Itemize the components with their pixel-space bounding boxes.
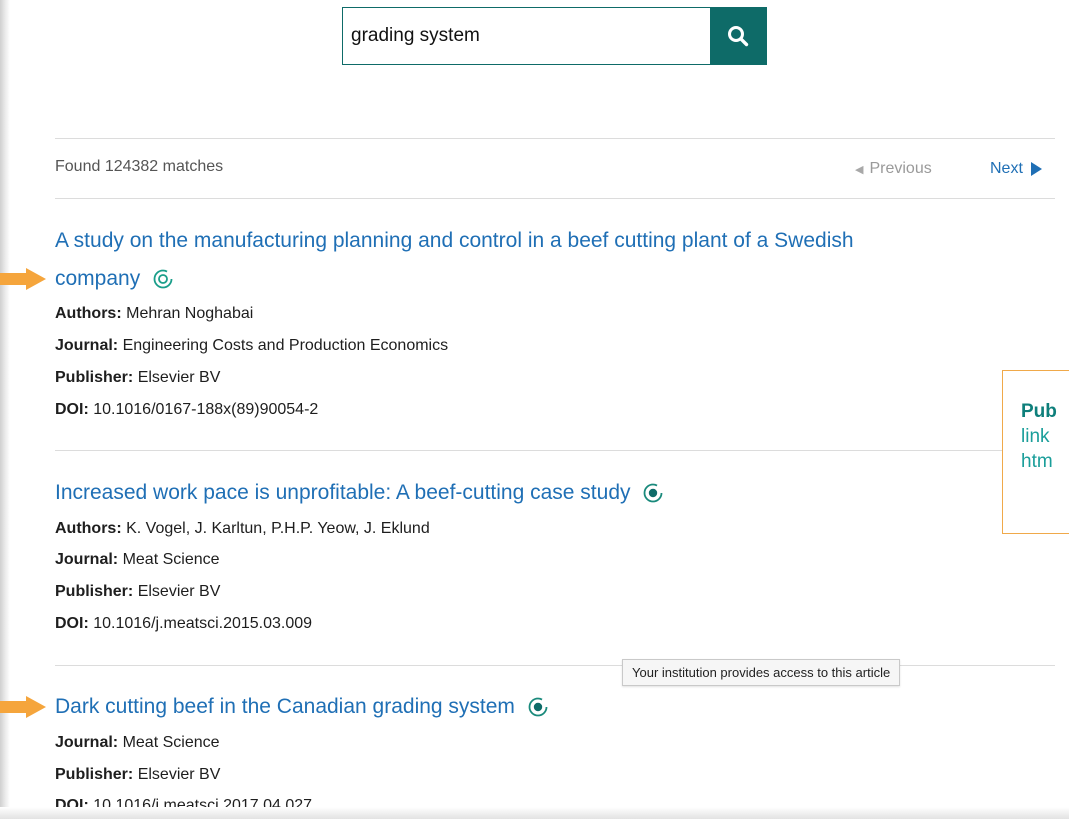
search-button[interactable]	[710, 8, 766, 64]
search-results-page: Found 124382 matches ◀ Previous Next A s…	[0, 0, 1069, 819]
institution-access-icon	[643, 484, 663, 503]
result-journal: Journal: Engineering Costs and Productio…	[55, 337, 449, 354]
result-title-link[interactable]: A study on the manufacturing planning an…	[55, 222, 1035, 298]
orange-arrow-icon	[0, 696, 46, 718]
result-doi: DOI: 10.1016/j.meatsci.2015.03.009	[55, 615, 313, 632]
previous-label: Previous	[869, 160, 932, 177]
divider	[55, 665, 1055, 666]
result-journal: Journal: Meat Science	[55, 734, 220, 751]
result-publisher: Publisher: Elsevier BV	[55, 766, 221, 783]
next-page-link[interactable]: Next	[990, 160, 1042, 178]
divider	[55, 138, 1055, 139]
open-access-icon	[153, 270, 173, 289]
result-title: Dark cutting beef in the Canadian gradin…	[55, 695, 515, 718]
result-doi: DOI: 10.1016/0167-188x(89)90054-2	[55, 401, 319, 418]
result-publisher: Publisher: Elsevier BV	[55, 583, 221, 600]
callout-text: htm	[1021, 451, 1053, 472]
previous-page-link: ◀ Previous	[855, 160, 932, 178]
search-bar	[342, 7, 767, 65]
search-icon	[728, 26, 749, 47]
result-title-link[interactable]: Increased work pace is unprofitable: A b…	[55, 474, 1035, 512]
next-label: Next	[990, 160, 1023, 177]
institution-access-icon	[528, 698, 548, 717]
divider	[55, 198, 1055, 199]
access-tooltip: Your institution provides access to this…	[622, 659, 901, 686]
result-journal: Journal: Meat Science	[55, 551, 220, 568]
result-title: Increased work pace is unprofitable: A b…	[55, 481, 631, 504]
triangle-right-icon	[1030, 162, 1042, 176]
result-publisher: Publisher: Elsevier BV	[55, 369, 221, 386]
triangle-left-icon: ◀	[855, 163, 864, 176]
result-authors: Authors: Mehran Noghabai	[55, 305, 254, 322]
divider	[55, 450, 1055, 451]
result-authors: Authors: K. Vogel, J. Karltun, P.H.P. Ye…	[55, 520, 430, 537]
orange-arrow-icon	[0, 268, 46, 290]
result-title-link[interactable]: Dark cutting beef in the Canadian gradin…	[55, 688, 1035, 726]
result-title-line1: A study on the manufacturing planning an…	[55, 229, 854, 252]
window-edge	[0, 807, 1069, 819]
callout-heading: Pub	[1021, 401, 1057, 422]
annotation-callout: Pub link htm	[1002, 370, 1069, 534]
search-input[interactable]	[343, 8, 710, 64]
callout-text: link	[1021, 426, 1050, 447]
results-count: Found 124382 matches	[55, 158, 224, 175]
result-title-line2: company	[55, 267, 141, 290]
